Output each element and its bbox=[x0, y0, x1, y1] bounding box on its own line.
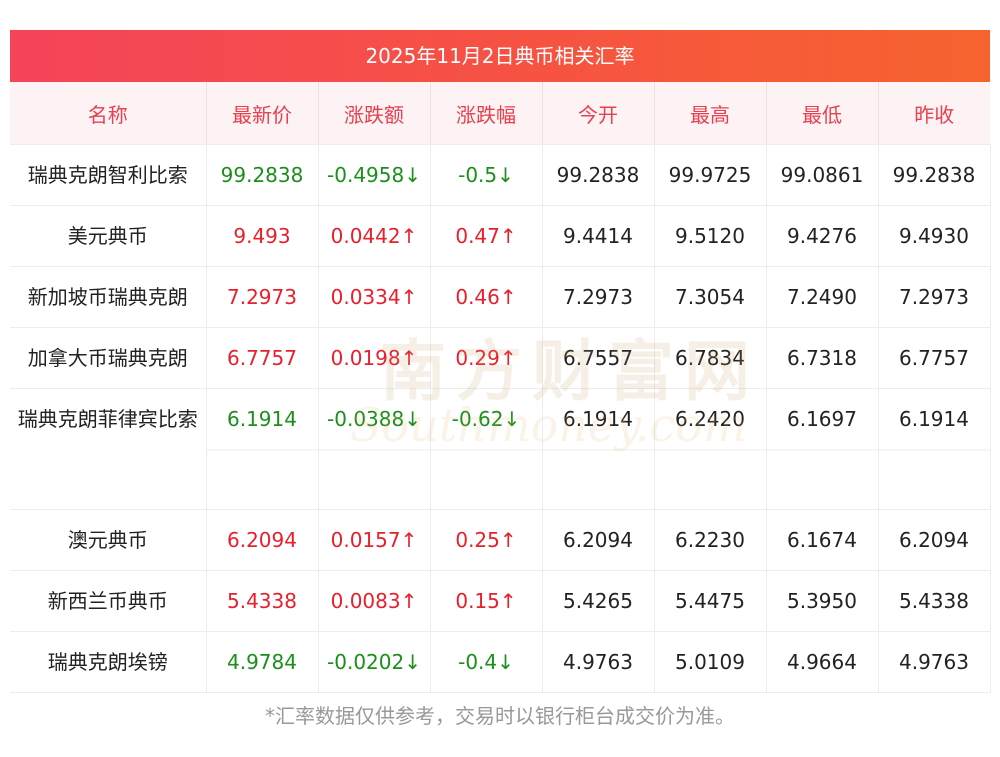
table-row: 新西兰币典币 5.4338 0.0083↑ 0.15↑ 5.4265 5.4475 5.39… bbox=[10, 570, 991, 632]
page-title: 2025年11月2日典币相关汇率 bbox=[10, 30, 990, 82]
cell-high: 9.5120 bbox=[654, 205, 767, 267]
currency-pair-name: 瑞典克朗智利比索 bbox=[10, 144, 207, 206]
cell-low: 99.0861 bbox=[766, 144, 879, 206]
cell-prev: 5.4338 bbox=[878, 570, 991, 632]
cell-open: 5.4265 bbox=[542, 570, 655, 632]
cell-prev: 6.2094 bbox=[878, 509, 991, 571]
header-latest: 最新价 bbox=[206, 82, 319, 145]
cell-prev: 6.7757 bbox=[878, 327, 991, 389]
table-header-row: 名称 最新价 涨跌额 涨跌幅 今开 最高 最低 昨收 bbox=[10, 82, 990, 145]
cell-pct: -0.62↓ bbox=[430, 388, 543, 510]
currency-pair-name: 瑞典克朗埃镑 bbox=[10, 631, 207, 693]
cell-high: 6.2420 bbox=[654, 388, 767, 510]
cell-low: 9.4276 bbox=[766, 205, 879, 267]
header-pct: 涨跌幅 bbox=[430, 82, 543, 145]
cell-low: 7.2490 bbox=[766, 266, 879, 328]
cell-open: 7.2973 bbox=[542, 266, 655, 328]
cell-latest: 6.7757 bbox=[206, 327, 319, 389]
currency-pair-name: 瑞典克朗菲律宾比索 bbox=[10, 388, 207, 510]
table-row: 瑞典克朗智利比索 99.2838 -0.4958↓ -0.5↓ 99.2838 99.97… bbox=[10, 144, 991, 206]
cell-change: 0.0083↑ bbox=[318, 570, 431, 632]
cell-change: -0.0388↓ bbox=[318, 388, 431, 510]
currency-pair-name: 新西兰币典币 bbox=[10, 570, 207, 632]
header-high: 最高 bbox=[654, 82, 767, 145]
cell-pct: 0.47↑ bbox=[430, 205, 543, 267]
header-open: 今开 bbox=[542, 82, 655, 145]
cell-latest: 99.2838 bbox=[206, 144, 319, 206]
table-row: 澳元典币 6.2094 0.0157↑ 0.25↑ 6.2094 6.2230 6.1674… bbox=[10, 509, 991, 571]
cell-prev: 6.1914 bbox=[878, 388, 991, 510]
cell-pct: 0.29↑ bbox=[430, 327, 543, 389]
currency-pair-name: 美元典币 bbox=[10, 205, 207, 267]
cell-change: 0.0157↑ bbox=[318, 509, 431, 571]
cell-open: 6.7557 bbox=[542, 327, 655, 389]
cell-pct: -0.5↓ bbox=[430, 144, 543, 206]
cell-low: 6.7318 bbox=[766, 327, 879, 389]
cell-change: 0.0334↑ bbox=[318, 266, 431, 328]
header-prev: 昨收 bbox=[878, 82, 990, 145]
table-row: 美元典币 9.493 0.0442↑ 0.47↑ 9.4414 9.5120 9.4276 9… bbox=[10, 205, 991, 267]
table-row: 瑞典克朗菲律宾比索 6.1914 -0.0388↓ -0.62↓ 6.1914 6.242… bbox=[10, 388, 991, 510]
cell-latest: 9.493 bbox=[206, 205, 319, 267]
cell-low: 4.9664 bbox=[766, 631, 879, 693]
cell-high: 6.2230 bbox=[654, 509, 767, 571]
cell-change: 0.0442↑ bbox=[318, 205, 431, 267]
cell-high: 7.3054 bbox=[654, 266, 767, 328]
cell-high: 5.4475 bbox=[654, 570, 767, 632]
cell-prev: 7.2973 bbox=[878, 266, 991, 328]
cell-open: 9.4414 bbox=[542, 205, 655, 267]
cell-latest: 7.2973 bbox=[206, 266, 319, 328]
exchange-rate-table: 名称 最新价 涨跌额 涨跌幅 今开 最高 最低 昨收 瑞典克朗智利比索 99.28… bbox=[10, 82, 991, 693]
cell-pct: 0.25↑ bbox=[430, 509, 543, 571]
table-row: 瑞典克朗埃镑 4.9784 -0.0202↓ -0.4↓ 4.9763 5.0109 4.9… bbox=[10, 631, 991, 693]
cell-latest: 4.9784 bbox=[206, 631, 319, 693]
currency-pair-name: 加拿大币瑞典克朗 bbox=[10, 327, 207, 389]
cell-prev: 4.9763 bbox=[878, 631, 991, 693]
cell-low: 6.1674 bbox=[766, 509, 879, 571]
header-change: 涨跌额 bbox=[318, 82, 431, 145]
cell-pct: -0.4↓ bbox=[430, 631, 543, 693]
currency-pair-name: 新加坡币瑞典克朗 bbox=[10, 266, 207, 328]
cell-latest: 6.1914 bbox=[206, 388, 319, 510]
cell-change: 0.0198↑ bbox=[318, 327, 431, 389]
currency-pair-name: 澳元典币 bbox=[10, 509, 207, 571]
cell-change: -0.0202↓ bbox=[318, 631, 431, 693]
cell-prev: 99.2838 bbox=[878, 144, 991, 206]
cell-prev: 9.4930 bbox=[878, 205, 991, 267]
cell-high: 5.0109 bbox=[654, 631, 767, 693]
cell-open: 6.2094 bbox=[542, 509, 655, 571]
cell-open: 6.1914 bbox=[542, 388, 655, 510]
table-row: 加拿大币瑞典克朗 6.7757 0.0198↑ 0.29↑ 6.7557 6.7834 6.… bbox=[10, 327, 991, 389]
cell-low: 5.3950 bbox=[766, 570, 879, 632]
cell-pct: 0.46↑ bbox=[430, 266, 543, 328]
cell-latest: 5.4338 bbox=[206, 570, 319, 632]
cell-open: 99.2838 bbox=[542, 144, 655, 206]
cell-change: -0.4958↓ bbox=[318, 144, 431, 206]
disclaimer: *汇率数据仅供参考，交易时以银行柜台成交价为准。 bbox=[265, 704, 735, 728]
cell-low: 6.1697 bbox=[766, 388, 879, 510]
header-low: 最低 bbox=[766, 82, 879, 145]
header-name: 名称 bbox=[10, 82, 207, 145]
table-row: 新加坡币瑞典克朗 7.2973 0.0334↑ 0.46↑ 7.2973 7.3054 7.… bbox=[10, 266, 991, 328]
cell-open: 4.9763 bbox=[542, 631, 655, 693]
cell-high: 6.7834 bbox=[654, 327, 767, 389]
cell-high: 99.9725 bbox=[654, 144, 767, 206]
cell-latest: 6.2094 bbox=[206, 509, 319, 571]
cell-pct: 0.15↑ bbox=[430, 570, 543, 632]
